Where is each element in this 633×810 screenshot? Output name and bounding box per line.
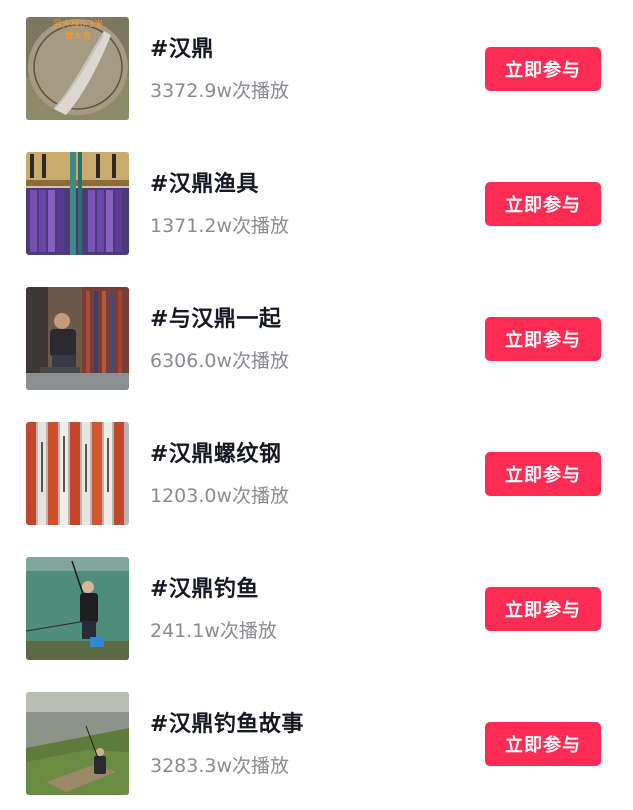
topic-play-count: 3283.3w次播放 (150, 755, 290, 777)
topic-title[interactable]: #汉鼎渔具 (150, 166, 259, 198)
topic-thumbnail[interactable] (26, 287, 129, 390)
join-now-button[interactable]: 立即参与 (485, 47, 601, 91)
topic-title[interactable]: #汉鼎钓鱼 (150, 571, 259, 603)
join-now-button[interactable]: 立即参与 (485, 452, 601, 496)
topic-row[interactable]: #汉鼎渔具 1371.2w次播放 立即参与 (0, 152, 633, 256)
topic-thumbnail[interactable] (26, 152, 129, 255)
topic-thumbnail[interactable] (26, 692, 129, 795)
fishing-rod-shelf-image (26, 152, 129, 255)
topic-play-count: 241.1w次播放 (150, 620, 277, 642)
topic-play-count: 6306.0w次播放 (150, 350, 290, 372)
topic-title[interactable]: #汉鼎钓鱼故事 (150, 706, 304, 738)
topic-play-count: 1371.2w次播放 (150, 215, 290, 237)
join-now-button[interactable]: 立即参与 (485, 722, 601, 766)
topic-row[interactable]: #与汉鼎一起 6306.0w次播放 立即参与 (0, 287, 633, 391)
fishing-rods-closeup-image (26, 422, 129, 525)
riverside-fishing-image (26, 692, 129, 795)
thumb-overlay-line2: 博大青 (64, 30, 91, 42)
topic-play-count: 3372.9w次播放 (150, 80, 290, 102)
topic-title[interactable]: #汉鼎螺纹钢 (150, 436, 281, 468)
join-now-button[interactable]: 立即参与 (485, 587, 601, 631)
topic-row[interactable]: #汉鼎钓鱼 241.1w次播放 立即参与 (0, 557, 633, 661)
topic-thumbnail[interactable] (26, 557, 129, 660)
topic-row[interactable]: #汉鼎螺纹钢 1203.0w次播放 立即参与 (0, 422, 633, 526)
topic-thumbnail[interactable] (26, 422, 129, 525)
topic-row[interactable]: #汉鼎钓鱼故事 3283.3w次播放 立即参与 (0, 692, 633, 796)
thumb-overlay-line1: 另大桂0.3米 (53, 18, 103, 30)
man-in-tackle-shop-image (26, 287, 129, 390)
angler-at-pond-image (26, 557, 129, 660)
topic-thumbnail[interactable]: 另大桂0.3米 博大青 (26, 17, 129, 120)
topic-title[interactable]: #汉鼎 (150, 31, 214, 63)
fish-catch-image: 另大桂0.3米 博大青 (26, 17, 129, 120)
join-now-button[interactable]: 立即参与 (485, 317, 601, 361)
join-now-button[interactable]: 立即参与 (485, 182, 601, 226)
topic-title[interactable]: #与汉鼎一起 (150, 301, 281, 333)
topic-play-count: 1203.0w次播放 (150, 485, 290, 507)
topic-row[interactable]: 另大桂0.3米 博大青 #汉鼎 3372.9w次播放 立即参与 (0, 17, 633, 121)
